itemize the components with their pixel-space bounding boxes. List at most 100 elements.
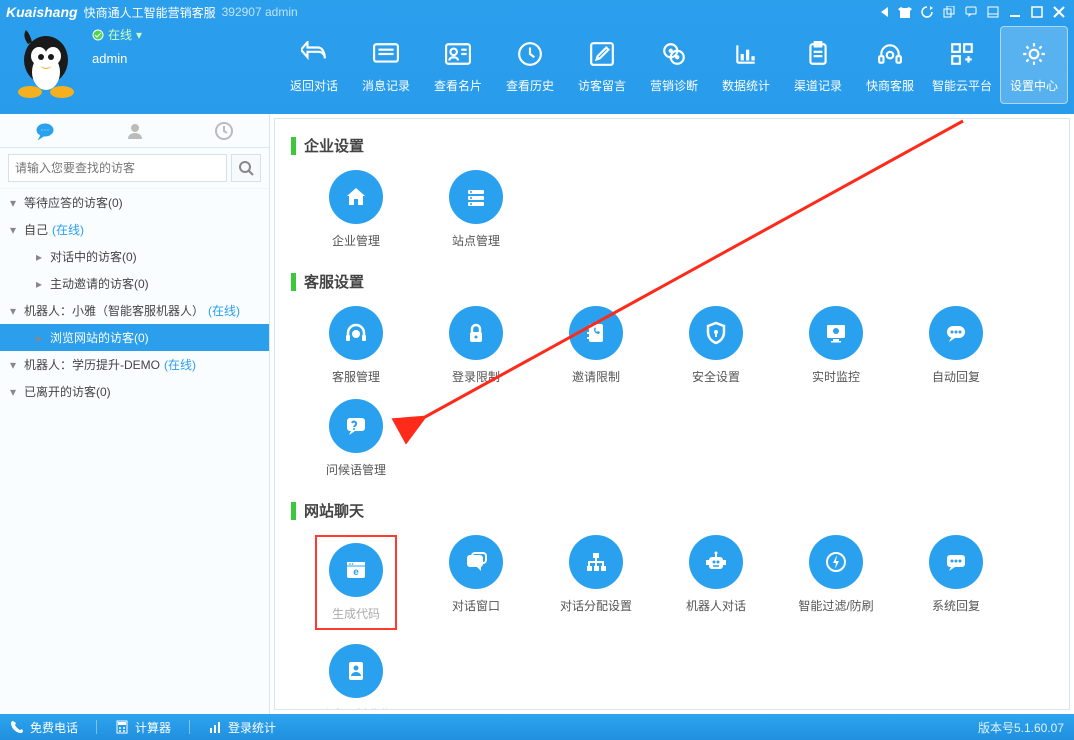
section-title: 企业设置: [291, 135, 1057, 156]
toolbar-cloud[interactable]: 智能云平台: [928, 26, 996, 104]
toolbar-settings[interactable]: 设置中心: [1000, 26, 1068, 104]
titlebar: Kuaishang 快商通人工智能营销客服 392907 admin: [0, 0, 1074, 24]
sidebar-tabs: [0, 114, 269, 148]
search-button[interactable]: [231, 154, 261, 182]
tree-node[interactable]: ▾机器人：小雅（智能客服机器人）(在线): [0, 297, 269, 324]
chat-icon[interactable]: [962, 3, 980, 21]
tree-label: 自己: [24, 221, 48, 238]
lock-icon: [449, 306, 503, 360]
settings-item-label: 自动回复: [932, 368, 980, 385]
settings-item[interactable]: 系统回复: [915, 535, 997, 630]
chevron-right-icon: ▸: [36, 250, 46, 264]
tree-node[interactable]: ▸ 浏览网站的访客(0): [0, 324, 269, 351]
tree-suffix: (在线): [208, 302, 240, 319]
tree-node[interactable]: ▾机器人：学历提升-DEMO(在线): [0, 351, 269, 378]
settings-item[interactable]: 邀请限制: [555, 306, 637, 385]
tree-node[interactable]: ▾等待应答的访客(0): [0, 189, 269, 216]
toolbar-label: 返回对话: [290, 77, 338, 94]
minimize-icon[interactable]: [1006, 3, 1024, 21]
toolbar-service[interactable]: 快商客服: [856, 26, 924, 104]
phone-icon: [10, 720, 24, 734]
toolbar-label: 消息记录: [362, 77, 410, 94]
browser-icon: e: [329, 543, 383, 597]
search-input[interactable]: [8, 154, 227, 182]
app-logo: Kuaishang: [6, 4, 78, 20]
bars-icon: [208, 720, 222, 734]
toolbar-channel[interactable]: 渠道记录: [784, 26, 852, 104]
toolbar-history[interactable]: 查看历史: [496, 26, 564, 104]
settings-item-label: 邀请限制: [572, 368, 620, 385]
maximize-icon[interactable]: [1028, 3, 1046, 21]
clock-icon: [513, 37, 547, 71]
toolbar-label: 营销诊断: [650, 77, 698, 94]
settings-item-label: 登录限制: [452, 368, 500, 385]
settings-item[interactable]: 站点管理: [435, 170, 517, 249]
settings-item-label: 实时监控: [812, 368, 860, 385]
tab-chat[interactable]: [0, 114, 90, 147]
tshirt-icon[interactable]: [896, 3, 914, 21]
avatar[interactable]: [8, 26, 84, 102]
settings-panel: 企业设置企业管理站点管理客服设置客服管理登录限制 邀请限制 安全设置 实时监控 自动回复…: [274, 118, 1070, 710]
toolbar-guestmsg[interactable]: 访客留言: [568, 26, 636, 104]
toolbar-back[interactable]: 返回对话: [280, 26, 348, 104]
greeting-icon: [329, 399, 383, 453]
settings-item[interactable]: 企业管理: [315, 170, 397, 249]
status-calculator[interactable]: 计算器: [115, 719, 171, 736]
tree-label: 主动邀请的访客(0): [50, 275, 149, 292]
tree-node[interactable]: ▾ 自己(在线): [0, 216, 269, 243]
home-icon: [329, 170, 383, 224]
toolbar-label: 访客留言: [578, 77, 626, 94]
settings-item[interactable]: 实时监控: [795, 306, 877, 385]
settings-grid: e生成代码对话窗口对话分配设置机器人对话 智能过滤/防刷系统回复访客资料收集: [291, 527, 1057, 710]
settings-item-label: 安全设置: [692, 368, 740, 385]
section-title-text: 客服设置: [304, 271, 364, 292]
settings-item[interactable]: 机器人对话: [675, 535, 757, 630]
sitemap-icon: [569, 535, 623, 589]
user-status[interactable]: 在线 ▾: [92, 26, 142, 43]
settings-item-label: 机器人对话: [686, 597, 746, 614]
tree-label: 浏览网站的访客(0): [50, 329, 149, 346]
sidebar: ▾等待应答的访客(0)▾自己(在线)▸对话中的访客(0)▸主动邀请的访客(0)▾…: [0, 114, 270, 714]
toolbar-msglog[interactable]: 消息记录: [352, 26, 420, 104]
tree-node[interactable]: ▸对话中的访客(0): [0, 243, 269, 270]
tree-node[interactable]: ▸主动邀请的访客(0): [0, 270, 269, 297]
clipboard-icon: [801, 37, 835, 71]
tab-history[interactable]: [179, 114, 269, 147]
close-icon[interactable]: [1050, 3, 1068, 21]
settings-item[interactable]: e生成代码: [315, 535, 397, 630]
settings-grid: 企业管理站点管理: [291, 162, 1057, 261]
settings-item[interactable]: 对话窗口: [435, 535, 517, 630]
window-icon[interactable]: [984, 3, 1002, 21]
chevron-right-icon: ▸: [36, 331, 46, 345]
toolbar-stats[interactable]: 数据统计: [712, 26, 780, 104]
tree-node[interactable]: ▾已离开的访客(0): [0, 378, 269, 405]
tree-label: 已离开的访客(0): [24, 383, 111, 400]
copy-icon[interactable]: [940, 3, 958, 21]
skip-back-icon[interactable]: [874, 3, 892, 21]
settings-item-label: 问候语管理: [326, 461, 386, 478]
settings-item[interactable]: 对话分配设置: [555, 535, 637, 630]
status-phone[interactable]: 免费电话: [10, 719, 78, 736]
gear-icon: [1017, 37, 1051, 71]
tab-contacts[interactable]: [90, 114, 180, 147]
sysreply-icon: [929, 535, 983, 589]
settings-item[interactable]: 智能过滤/防刷: [795, 535, 877, 630]
version-label: 版本号5.1.60.07: [978, 719, 1064, 736]
person-icon: [125, 121, 145, 141]
refresh-icon[interactable]: [918, 3, 936, 21]
settings-item[interactable]: 问候语管理: [315, 399, 397, 478]
settings-item[interactable]: 访客资料收集: [315, 644, 397, 710]
status-login-stats[interactable]: 登录统计: [208, 719, 276, 736]
toolbar-viewcard[interactable]: 查看名片: [424, 26, 492, 104]
settings-item[interactable]: 登录限制: [435, 306, 517, 385]
tree-suffix: (在线): [52, 221, 84, 238]
tree-label: 机器人：学历提升-DEMO: [24, 356, 160, 373]
idcard-icon: [441, 37, 475, 71]
chevron-down-icon: ▾: [10, 223, 20, 237]
statusbar: 免费电话 计算器 登录统计 版本号5.1.60.07: [0, 714, 1074, 740]
toolbar-diag[interactable]: 营销诊断: [640, 26, 708, 104]
settings-item[interactable]: 安全设置: [675, 306, 757, 385]
server-icon: [449, 170, 503, 224]
settings-item[interactable]: 客服管理: [315, 306, 397, 385]
settings-item[interactable]: 自动回复: [915, 306, 997, 385]
